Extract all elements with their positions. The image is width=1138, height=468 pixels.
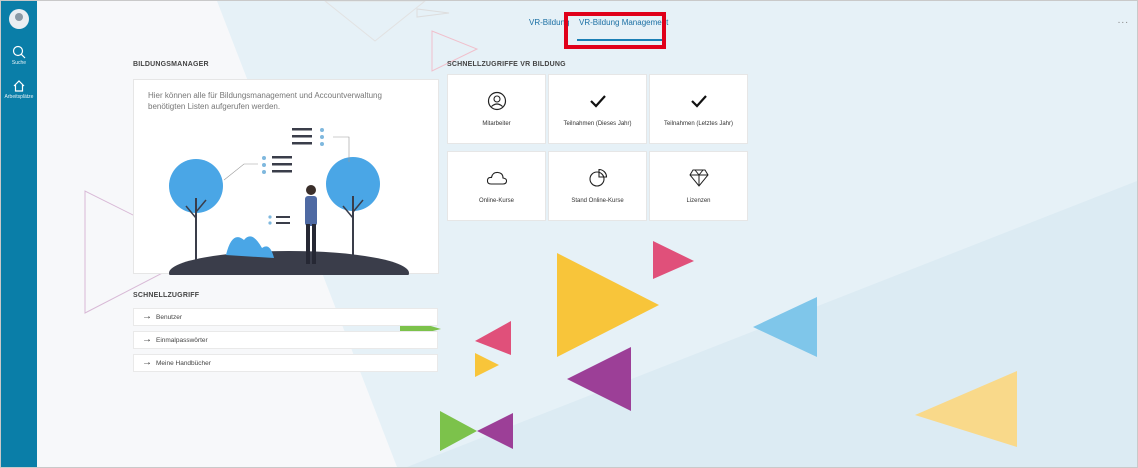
bildungsmanager-card: Hier können alle für Bildungsmanagement … (133, 79, 439, 275)
link-einmalpasswoerter[interactable]: → Einmalpasswörter (133, 331, 438, 349)
tile-lizenzen[interactable]: Lizenzen (649, 151, 748, 221)
tile-label: Online-Kurse (478, 198, 514, 204)
user-circle-icon (487, 91, 506, 111)
arrow-right-icon: → (142, 334, 152, 345)
tile-label: Teilnahmen (Dieses Jahr) (563, 121, 632, 127)
app-frame: Suche Arbeitsplätze VR-Bildung VR-Bildun… (0, 0, 1138, 468)
link-label: Meine Handbücher (156, 360, 211, 367)
section-title-bildungsmanager: BILDUNGSMANAGER (133, 61, 209, 68)
link-meine-handbuecher[interactable]: → Meine Handbücher (133, 354, 438, 372)
link-benutzer[interactable]: → Benutzer (133, 308, 438, 326)
sidebar: Suche Arbeitsplätze (1, 1, 37, 467)
tile-label: Lizenzen (686, 198, 711, 204)
section-title-schnellzugriffe: SCHNELLZUGRIFFE VR BILDUNG (447, 61, 566, 68)
tile-label: Teilnahmen (Letztes Jahr) (663, 121, 734, 127)
checkmark-icon (589, 95, 606, 108)
search-icon (12, 45, 26, 59)
link-label: Benutzer (156, 314, 183, 321)
arrow-right-icon: → (142, 311, 152, 322)
cloud-icon (486, 171, 507, 185)
tile-label: Stand Online-Kurse (571, 198, 624, 204)
highlight-box (564, 12, 666, 49)
diamond-icon (688, 169, 709, 187)
sidebar-item-label: Arbeitsplätze (4, 94, 34, 100)
sidebar-item-label: Suche (11, 60, 27, 66)
illustration (169, 128, 409, 275)
arrow-right-icon: → (142, 357, 152, 368)
checkmark-icon (690, 95, 707, 108)
tile-teilnahmen-dieses-jahr[interactable]: Teilnahmen (Dieses Jahr) (548, 74, 647, 144)
tile-label: Mitarbeiter (482, 121, 511, 127)
pie-chart-icon (588, 168, 607, 187)
tile-teilnahmen-letztes-jahr[interactable]: Teilnahmen (Letztes Jahr) (649, 74, 748, 144)
sidebar-item-workplaces[interactable]: Arbeitsplätze (1, 79, 37, 100)
sidebar-item-search[interactable]: Suche (1, 45, 37, 66)
tile-mitarbeiter[interactable]: Mitarbeiter (447, 74, 546, 144)
avatar[interactable] (9, 9, 29, 29)
more-menu-icon[interactable]: ... (1118, 15, 1129, 26)
home-icon (13, 80, 25, 92)
tile-stand-online-kurse[interactable]: Stand Online-Kurse (548, 151, 647, 221)
tile-online-kurse[interactable]: Online-Kurse (447, 151, 546, 221)
section-title-schnellzugriff: SCHNELLZUGRIFF (133, 292, 200, 299)
link-label: Einmalpasswörter (156, 337, 208, 344)
